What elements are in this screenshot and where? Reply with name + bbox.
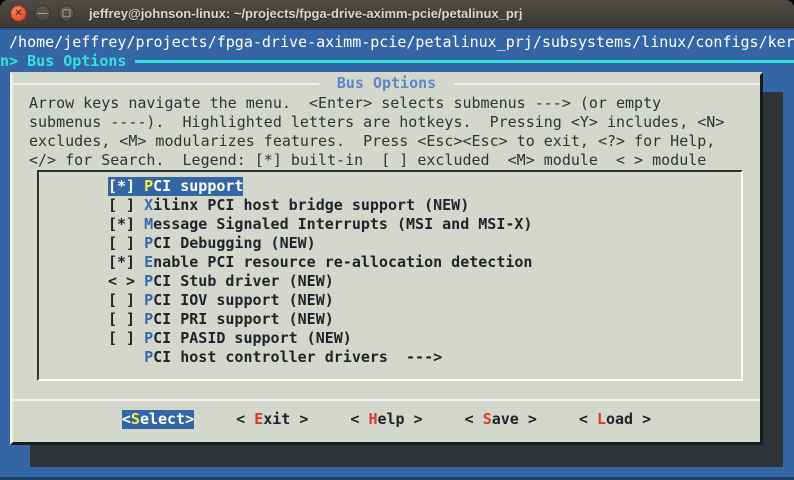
button-label: elect> [139,410,195,428]
item-label: CI IOV support (NEW) [153,291,334,309]
item-marker: < > [108,272,145,290]
item-hotkey: P [144,329,154,347]
terminal-window: ✕ — ▢ jeffrey@johnson-linux: ~/projects/… [0,0,794,480]
instructions-line-2: submenus ----). Highlighted letters are … [29,113,725,131]
item-marker: [*] [108,253,145,271]
button-hotkey: L [596,410,606,428]
item-hotkey: P [144,234,154,252]
close-icon[interactable]: ✕ [10,5,27,22]
buttons-separator [13,399,760,401]
menu-item[interactable]: [*] Enable PCI resource re-allocation de… [39,253,741,272]
button-label: oad > [605,410,652,428]
config-path-line2: n> Bus Options [0,52,794,71]
item-marker: [ ] [108,329,145,347]
button-label: xit > [263,410,309,428]
item-hotkey: P [144,310,154,328]
item-hotkey: E [144,253,154,271]
item-label: CI PASID support (NEW) [153,329,352,347]
menu-item[interactable]: [ ] Xilinx PCI host bridge support (NEW) [39,196,741,215]
item-label: CI host controller drivers ---> [153,348,443,366]
breadcrumb: n> Bus Options [0,52,127,70]
menu-item[interactable]: [*] Message Signaled Interrupts (MSI and… [39,215,741,234]
item-hotkey: X [144,196,154,214]
terminal-content: /home/jeffrey/projects/fpga-drive-aximm-… [0,28,794,480]
menu-item[interactable]: [ ] PCI Debugging (NEW) [39,234,741,253]
config-path-line1: /home/jeffrey/projects/fpga-drive-aximm-… [0,33,794,51]
dialog-title: Bus Options [318,74,455,93]
item-marker [108,348,144,366]
item-label: CI Stub driver (NEW) [153,272,334,290]
window-controls: ✕ — ▢ [10,5,75,22]
menu-item[interactable]: [*] PCI support [39,177,741,196]
instructions-line-3: excludes, <M> modularizes features. Pres… [29,132,716,150]
item-marker: [*] [108,177,145,195]
maximize-icon[interactable]: ▢ [58,5,75,22]
item-marker: [ ] [108,291,145,309]
instructions-line-1: Arrow keys navigate the menu. <Enter> se… [29,94,662,112]
item-hotkey: P [144,177,154,195]
item-label: essage Signaled Interrupts (MSI and MSI-… [153,215,533,233]
item-label: CI Debugging (NEW) [153,234,316,252]
menu-list: [*] PCI support[ ] Xilinx PCI host bridg… [37,170,743,381]
item-label: CI PRI support (NEW) [153,310,334,328]
item-marker: [*] [108,215,145,233]
menu-item[interactable]: PCI host controller drivers ---> [39,348,741,367]
minimize-icon[interactable]: — [34,5,51,22]
button-hotkey: E [254,410,264,428]
button-hotkey: S [482,410,492,428]
button-hotkey: S [130,410,140,428]
dialog-button[interactable]: <Select> [121,410,195,429]
item-hotkey: M [144,215,154,233]
dialog-button[interactable]: < Exit > [236,410,308,429]
item-label: ilinx PCI host bridge support (NEW) [153,196,470,214]
item-hotkey: P [144,291,154,309]
menu-item[interactable]: [ ] PCI PRI support (NEW) [39,310,741,329]
item-label: CI support [153,177,244,195]
dialog-title-row: Bus Options [13,74,760,94]
item-hotkey: P [144,348,154,366]
button-row: <Select> < Exit > < Help > < Save > < Load > [13,410,760,429]
horizontal-rule [135,60,794,63]
menu-item[interactable]: [ ] PCI PASID support (NEW) [39,329,741,348]
dialog-button[interactable]: < Help > [350,410,422,429]
instructions-line-4: </> for Search. Legend: [*] built-in [ ]… [29,151,707,169]
window-title: jeffrey@johnson-linux: ~/projects/fpga-d… [89,6,523,21]
button-label: ave > [491,410,537,428]
dialog-button[interactable]: < Save > [465,410,537,429]
item-marker: [ ] [108,234,145,252]
item-marker: [ ] [108,196,145,214]
item-label: nable PCI resource re-allocation detecti… [153,253,533,271]
menu-item[interactable]: < > PCI Stub driver (NEW) [39,272,741,291]
window-titlebar: ✕ — ▢ jeffrey@johnson-linux: ~/projects/… [0,0,794,28]
dialog-button[interactable]: < Load > [579,410,651,429]
item-marker: [ ] [108,310,145,328]
item-hotkey: P [144,272,154,290]
menu-item[interactable]: [ ] PCI IOV support (NEW) [39,291,741,310]
button-label: elp > [377,410,423,428]
bus-options-dialog: Bus Options Arrow keys navigate the menu… [10,72,763,445]
